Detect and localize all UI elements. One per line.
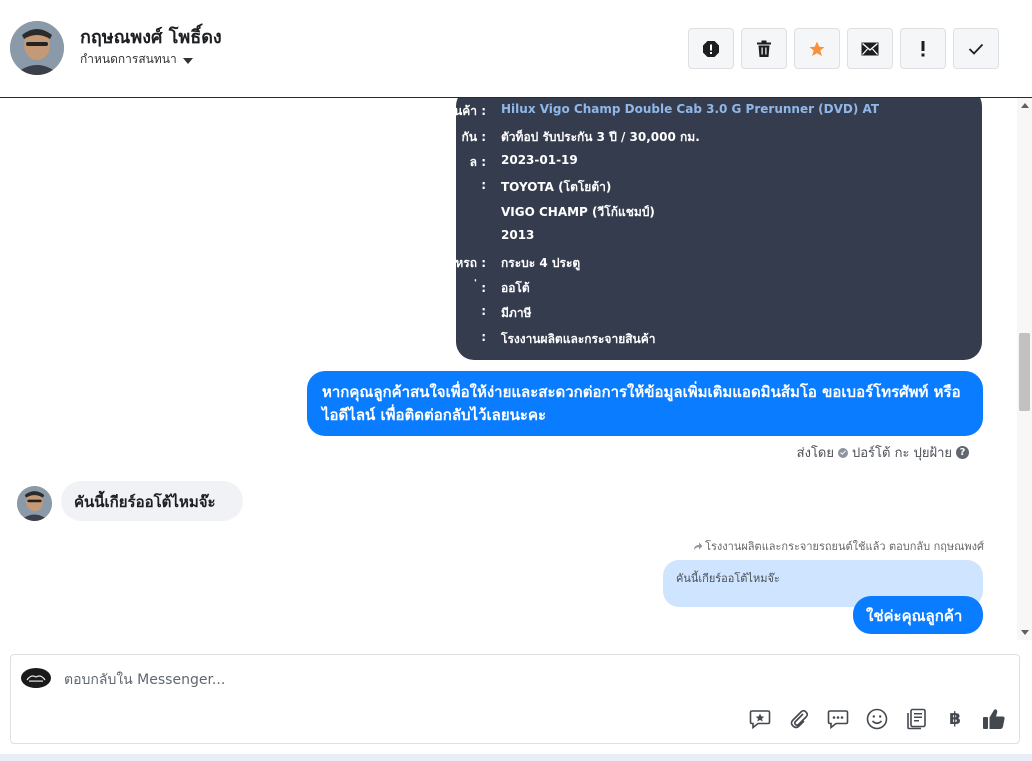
payment-button[interactable]: ฿ bbox=[942, 706, 968, 732]
trash-icon bbox=[757, 40, 771, 57]
card-row: : มีภาษี bbox=[456, 304, 982, 324]
verified-check-icon bbox=[838, 447, 848, 458]
emoji-button[interactable] bbox=[864, 706, 890, 732]
card-row-value: TOYOTA (โตโยต้า) bbox=[501, 180, 612, 194]
reply-context: โรงงานผลิตและกระจายรถยนต์ใช้แล้ว ตอบกลับ… bbox=[693, 537, 984, 555]
card-row: กหรถ : กระบะ 4 ประตู bbox=[456, 254, 982, 274]
contact-avatar[interactable] bbox=[10, 21, 64, 75]
card-row-value: ออโต้ bbox=[501, 281, 530, 295]
checkmark-icon bbox=[968, 43, 984, 55]
card-row: 2013 bbox=[456, 228, 982, 248]
assign-conversation-dropdown[interactable]: กำหนดการสนทนา bbox=[80, 50, 193, 69]
composer-toolbar: ฿ bbox=[747, 706, 1007, 732]
attach-button[interactable] bbox=[786, 706, 812, 732]
emoji-icon bbox=[866, 708, 888, 730]
conversation-header: กฤษณพงศ์ โพธิ์ดง กำหนดการสนทนา bbox=[0, 0, 1032, 98]
star-icon bbox=[809, 41, 825, 56]
card-row-label: : bbox=[481, 330, 486, 344]
card-row-value: 2013 bbox=[501, 228, 535, 242]
page-logo-icon bbox=[21, 668, 51, 688]
delete-button[interactable] bbox=[741, 28, 787, 69]
report-spam-button[interactable] bbox=[688, 28, 734, 69]
card-row-value: มีภาษี bbox=[501, 306, 532, 320]
thumbs-up-icon bbox=[983, 709, 1005, 729]
catalog-button[interactable] bbox=[903, 706, 929, 732]
card-row-value: 2023-01-19 bbox=[501, 153, 578, 167]
report-spam-icon bbox=[703, 40, 719, 57]
card-row: ล : 2023-01-19 bbox=[456, 153, 982, 173]
bottom-strip bbox=[0, 754, 1032, 761]
product-card: นค้า : Hilux Vigo Champ Double Cab 3.0 G… bbox=[456, 98, 982, 360]
like-button[interactable] bbox=[981, 706, 1007, 732]
saved-reply-button[interactable] bbox=[747, 706, 773, 732]
card-row-label: : bbox=[481, 178, 486, 192]
scroll-thumb[interactable] bbox=[1019, 333, 1030, 411]
card-row: ่ : ออโต้ bbox=[456, 279, 982, 299]
attachment-icon bbox=[790, 709, 809, 729]
reply-arrow-icon bbox=[694, 542, 703, 550]
star-button[interactable] bbox=[794, 28, 840, 69]
card-row: : TOYOTA (โตโยต้า) bbox=[456, 178, 982, 198]
mark-unread-button[interactable] bbox=[847, 28, 893, 69]
chat-button[interactable] bbox=[825, 706, 851, 732]
contact-name[interactable]: กฤษณพงศ์ โพธิ์ดง bbox=[80, 22, 222, 51]
card-row: : โรงงานผลิตและกระจายสินค้า bbox=[456, 330, 982, 350]
scroll-down-arrow-icon[interactable] bbox=[1021, 630, 1029, 635]
assign-label: กำหนดการสนทนา bbox=[80, 52, 177, 66]
card-row-label: กหรถ : bbox=[456, 256, 486, 270]
card-row-value[interactable]: Hilux Vigo Champ Double Cab 3.0 G Prerun… bbox=[501, 102, 879, 116]
reply-context-text: โรงงานผลิตและกระจายรถยนต์ใช้แล้ว ตอบกลับ… bbox=[705, 540, 984, 553]
incoming-message[interactable]: คันนี้เกียร์ออโต้ไหมจ๊ะ bbox=[61, 481, 243, 521]
card-row-label: ล : bbox=[469, 155, 486, 169]
card-row-label: กัน : bbox=[461, 130, 486, 144]
card-row-label: : bbox=[481, 304, 486, 318]
sent-by-prefix: ส่งโดย bbox=[796, 446, 834, 461]
card-row-value: VIGO CHAMP (วีโก้แชมป์) bbox=[501, 205, 655, 219]
card-row: VIGO CHAMP (วีโก้แชมป์) bbox=[456, 203, 982, 223]
saved-reply-icon bbox=[749, 710, 771, 729]
card-row-value: ตัวท็อป รับประกัน 3 ปี / 30,000 กม. bbox=[501, 130, 700, 144]
outgoing-message[interactable]: หากคุณลูกค้าสนใจเพื่อให้ง่ายและสะดวกต่อก… bbox=[307, 371, 983, 436]
message-composer: ฿ bbox=[10, 654, 1020, 744]
help-icon[interactable]: ? bbox=[956, 446, 969, 459]
catalog-icon bbox=[907, 708, 926, 730]
card-row-label: ่ : bbox=[477, 281, 486, 295]
card-row: นค้า : Hilux Vigo Champ Double Cab 3.0 G… bbox=[456, 102, 982, 122]
card-row-value: กระบะ 4 ประตู bbox=[501, 256, 581, 270]
card-row-label: นค้า : bbox=[456, 104, 486, 118]
sent-by-line: ส่งโดย ปอร์โต้ กะ ปุยฝ้าย ? bbox=[797, 442, 969, 463]
conversation-thread[interactable]: นค้า : Hilux Vigo Champ Double Cab 3.0 G… bbox=[0, 98, 1017, 640]
envelope-icon bbox=[861, 42, 879, 55]
card-row-value: โรงงานผลิตและกระจายสินค้า bbox=[501, 332, 656, 346]
header-actions bbox=[688, 28, 999, 69]
chat-bubbles-icon bbox=[827, 710, 849, 729]
reply-input[interactable] bbox=[64, 669, 964, 691]
baht-payment-icon: ฿ bbox=[949, 709, 961, 729]
caret-down-icon bbox=[182, 57, 193, 64]
card-row: กัน : ตัวท็อป รับประกัน 3 ปี / 30,000 กม… bbox=[456, 128, 982, 148]
outgoing-reply-message[interactable]: ใช่ค่ะคุณลูกค้า bbox=[853, 596, 983, 634]
conversation-scrollbar[interactable] bbox=[1017, 98, 1032, 640]
sender-avatar[interactable] bbox=[17, 486, 52, 521]
sent-by-name[interactable]: ปอร์โต้ กะ ปุยฝ้าย bbox=[852, 442, 952, 463]
mark-done-button[interactable] bbox=[953, 28, 999, 69]
exclamation-icon bbox=[921, 40, 925, 56]
scroll-up-arrow-icon[interactable] bbox=[1021, 103, 1029, 108]
follow-up-button[interactable] bbox=[900, 28, 946, 69]
